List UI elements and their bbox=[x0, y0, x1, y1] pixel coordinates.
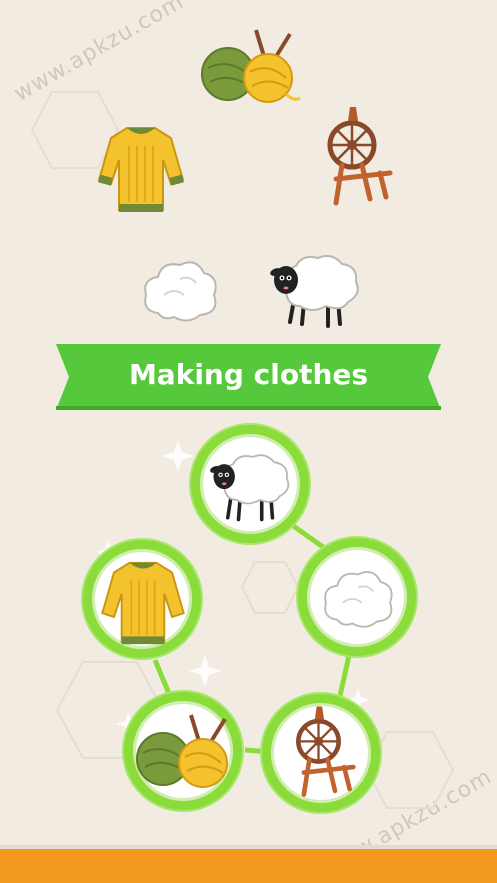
title-banner: Making clothes bbox=[56, 344, 441, 410]
cotton-icon[interactable] bbox=[140, 255, 220, 325]
chain-node-spinning-wheel[interactable] bbox=[262, 694, 380, 812]
spinning-wheel-icon bbox=[296, 706, 356, 797]
sweater-icon[interactable] bbox=[97, 122, 185, 217]
cotton-icon bbox=[324, 571, 393, 628]
bottom-bar bbox=[0, 849, 497, 883]
sheep-icon[interactable] bbox=[266, 248, 366, 333]
yarn-icon bbox=[136, 714, 228, 788]
chain-node-yarn[interactable] bbox=[124, 692, 242, 810]
sweater-icon bbox=[101, 561, 185, 645]
chain-node-sweater[interactable] bbox=[83, 540, 201, 658]
sheep-icon bbox=[210, 454, 290, 522]
banner-title: Making clothes bbox=[128, 358, 369, 391]
chain-node-sheep[interactable] bbox=[191, 425, 309, 543]
chain-node-cotton[interactable] bbox=[298, 538, 416, 656]
yarn-icon[interactable] bbox=[198, 28, 308, 108]
spinning-wheel-icon[interactable] bbox=[322, 103, 394, 208]
